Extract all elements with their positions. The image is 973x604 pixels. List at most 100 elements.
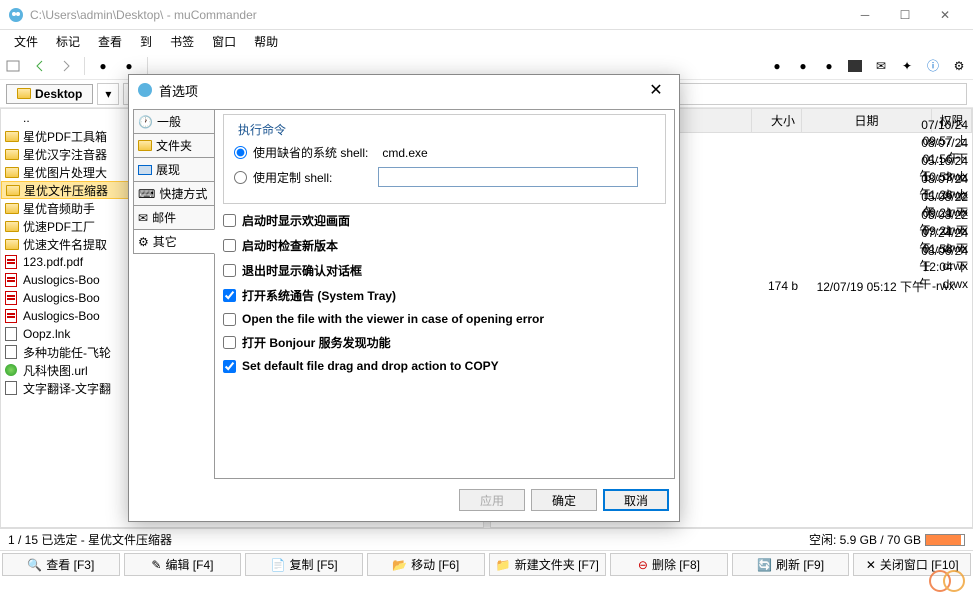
maximize-button[interactable]: ☐ — [885, 0, 925, 30]
category-mail[interactable]: ✉邮件 — [133, 205, 215, 230]
back-icon[interactable] — [32, 58, 48, 74]
note-icon — [5, 345, 21, 359]
close-button[interactable]: ✕ — [925, 0, 965, 30]
folder-icon — [138, 140, 152, 151]
exec-legend: 执行命令 — [234, 121, 290, 138]
category-misc[interactable]: ⚙其它 — [133, 229, 215, 254]
folder-icon — [5, 237, 21, 251]
nav-icon[interactable]: ● — [95, 58, 111, 74]
file-size: 174 b — [748, 279, 798, 293]
category-general[interactable]: 🕐一般 — [133, 109, 215, 134]
mail-icon[interactable]: ✉ — [873, 58, 889, 74]
menu-mark[interactable]: 标记 — [48, 31, 88, 52]
cancel-button[interactable]: 取消 — [603, 489, 669, 511]
folder-icon — [5, 219, 21, 233]
check-update[interactable] — [223, 239, 236, 252]
status-free-space: 空闲: 5.9 GB / 70 GB — [809, 531, 921, 548]
fn-mkdir[interactable]: 📁 新建文件夹 [F7] — [489, 553, 607, 576]
gear-icon: ⚙ — [138, 235, 149, 249]
wand-icon[interactable]: ✦ — [899, 58, 915, 74]
category-display[interactable]: 展现 — [133, 157, 215, 182]
tool-icon[interactable]: ● — [769, 58, 785, 74]
folder-icon — [17, 88, 31, 99]
info-icon[interactable]: ⓘ — [925, 58, 941, 74]
custom-shell-input[interactable] — [378, 167, 638, 187]
menu-go[interactable]: 到 — [132, 31, 160, 52]
menu-view[interactable]: 查看 — [90, 31, 130, 52]
check-drag-copy[interactable] — [223, 360, 236, 373]
menu-window[interactable]: 窗口 — [204, 31, 244, 52]
tool-icon[interactable]: ● — [821, 58, 837, 74]
status-selection: 1 / 15 已选定 - 星优文件压缩器 — [8, 531, 809, 548]
folder-icon — [5, 147, 21, 161]
dialog-icon — [137, 82, 153, 98]
display-icon — [138, 165, 152, 175]
function-bar: 🔍 查看 [F3] ✎ 编辑 [F4] 📄 复制 [F5] 📂 移动 [F6] … — [0, 550, 973, 578]
menubar: 文件 标记 查看 到 书签 窗口 帮助 — [0, 30, 973, 52]
col-date[interactable]: 日期 — [802, 109, 932, 132]
nav-icon[interactable]: ● — [121, 58, 137, 74]
default-shell-value: cmd.exe — [382, 146, 427, 160]
up-icon — [5, 111, 21, 125]
statusbar: 1 / 15 已选定 - 星优文件压缩器 空闲: 5.9 GB / 70 GB — [0, 528, 973, 550]
forward-icon[interactable] — [58, 58, 74, 74]
dialog-content: 执行命令 使用缺省的系统 shell: cmd.exe 使用定制 shell: … — [214, 109, 675, 479]
category-folders[interactable]: 文件夹 — [133, 133, 215, 158]
dialog-buttons: 应用 确定 取消 — [129, 483, 679, 517]
category-shortcut[interactable]: ⌨快捷方式 — [133, 181, 215, 206]
disk-meter — [925, 534, 965, 546]
dialog-close-button[interactable]: ✕ — [641, 75, 671, 105]
dialog-titlebar: 首选项 ✕ — [129, 75, 679, 105]
ok-button[interactable]: 确定 — [531, 489, 597, 511]
fn-move[interactable]: 📂 移动 [F6] — [367, 553, 485, 576]
tool-icon[interactable]: ● — [795, 58, 811, 74]
pdf-icon — [5, 309, 21, 323]
window-title: C:\Users\admin\Desktop\ - muCommander — [30, 8, 845, 22]
check-bonjour[interactable] — [223, 336, 236, 349]
fn-copy[interactable]: 📄 复制 [F5] — [245, 553, 363, 576]
app-icon — [8, 7, 24, 23]
menu-file[interactable]: 文件 — [6, 31, 46, 52]
fn-close[interactable]: ✕ 关闭窗口 [F10] — [853, 553, 971, 576]
exec-fieldset: 执行命令 使用缺省的系统 shell: cmd.exe 使用定制 shell: — [223, 114, 666, 204]
note-icon — [5, 381, 21, 395]
file-perm: -rwx — [928, 279, 968, 293]
terminal-icon[interactable] — [847, 58, 863, 74]
file-date: 12/07/19 05:12 下午 — [798, 278, 928, 295]
fn-delete[interactable]: ⊖ 删除 [F8] — [610, 553, 728, 576]
folder-icon — [5, 129, 21, 143]
new-window-icon[interactable] — [6, 58, 22, 74]
preferences-dialog: 首选项 ✕ 🕐一般 文件夹 展现 ⌨快捷方式 ✉邮件 ⚙其它 执行命令 使用缺省… — [128, 74, 680, 522]
radio-default-shell[interactable] — [234, 146, 247, 159]
note-icon — [5, 327, 21, 341]
check-confirm-quit[interactable] — [223, 264, 236, 277]
folder-icon — [5, 201, 21, 215]
fn-edit[interactable]: ✎ 编辑 [F4] — [124, 553, 242, 576]
fn-view[interactable]: 🔍 查看 [F3] — [2, 553, 120, 576]
shortcut-icon: ⌨ — [138, 187, 155, 201]
mail-icon: ✉ — [138, 211, 148, 225]
folder-icon — [6, 183, 22, 197]
apply-button[interactable]: 应用 — [459, 489, 525, 511]
check-welcome[interactable] — [223, 214, 236, 227]
window-titlebar: C:\Users\admin\Desktop\ - muCommander ─ … — [0, 0, 973, 30]
pdf-icon — [5, 273, 21, 287]
radio-custom-shell[interactable] — [234, 171, 247, 184]
dialog-title: 首选项 — [159, 81, 641, 100]
settings-icon[interactable]: ⚙ — [951, 58, 967, 74]
clock-icon: 🕐 — [138, 115, 153, 129]
location-dropdown[interactable]: ▾ — [97, 83, 119, 105]
url-icon — [5, 363, 21, 377]
check-viewer-error[interactable] — [223, 313, 236, 326]
dialog-sidebar: 🕐一般 文件夹 展现 ⌨快捷方式 ✉邮件 ⚙其它 — [133, 109, 215, 479]
minimize-button[interactable]: ─ — [845, 0, 885, 30]
menu-bookmark[interactable]: 书签 — [162, 31, 202, 52]
menu-help[interactable]: 帮助 — [246, 31, 286, 52]
pdf-icon — [5, 291, 21, 305]
fn-refresh[interactable]: 🔄 刷新 [F9] — [732, 553, 850, 576]
pdf-icon — [5, 255, 21, 269]
check-systray[interactable] — [223, 289, 236, 302]
col-size[interactable]: 大小 — [752, 109, 802, 132]
location-tab[interactable]: Desktop — [6, 84, 93, 104]
radio-default-label: 使用缺省的系统 shell: — [253, 144, 368, 161]
